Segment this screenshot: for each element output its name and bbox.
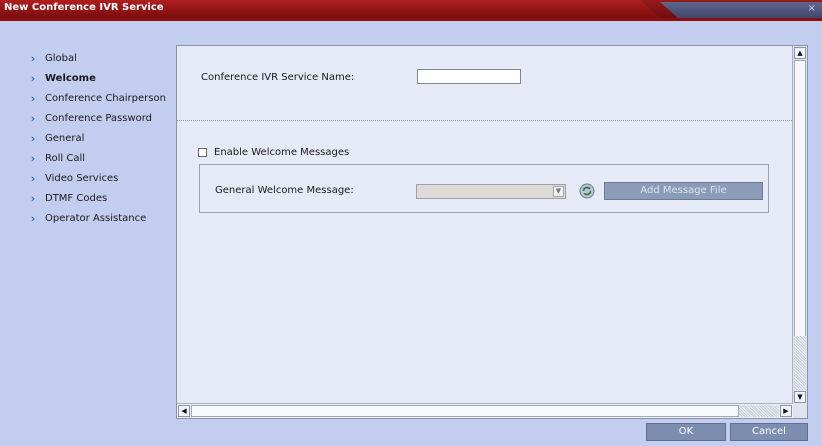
general-welcome-label: General Welcome Message: <box>215 185 354 196</box>
sidebar-item-label: Conference Password <box>45 112 153 124</box>
sidebar-item-roll-call[interactable]: › Roll Call <box>28 148 176 168</box>
sidebar-item-label: Roll Call <box>45 152 86 164</box>
vertical-scroll-track <box>794 336 806 390</box>
service-name-input[interactable] <box>417 69 521 84</box>
scroll-down-icon[interactable]: ▼ <box>794 391 806 403</box>
scroll-up-icon[interactable]: ▲ <box>794 47 806 59</box>
chevron-right-icon: › <box>30 71 36 85</box>
horizontal-scroll-thumb[interactable] <box>191 405 739 417</box>
sidebar-item-label: Welcome <box>45 72 96 84</box>
refresh-icon[interactable] <box>579 183 595 199</box>
add-message-file-button[interactable]: Add Message File <box>604 182 763 200</box>
scroll-right-icon[interactable]: ▶ <box>780 405 792 417</box>
sidebar-item-video-services[interactable]: › Video Services <box>28 168 176 188</box>
sidebar-item-dtmf-codes[interactable]: › DTMF Codes <box>28 188 176 208</box>
section-divider <box>177 120 792 121</box>
chevron-right-icon: › <box>30 211 36 225</box>
horizontal-scroll-track <box>739 405 779 417</box>
sidebar-item-label: Video Services <box>45 172 119 184</box>
horizontal-scrollbar[interactable]: ◀ ▶ <box>177 403 793 418</box>
sidebar-item-conference-chairperson[interactable]: › Conference Chairperson <box>28 88 176 108</box>
sidebar-item-conference-password[interactable]: › Conference Password <box>28 108 176 128</box>
enable-welcome-checkbox[interactable] <box>198 148 207 157</box>
chevron-right-icon: › <box>30 51 36 65</box>
title-bar-tail <box>660 2 822 18</box>
enable-welcome-label: Enable Welcome Messages <box>214 147 350 158</box>
general-welcome-select[interactable]: ▼ <box>416 184 566 199</box>
vertical-scrollbar[interactable]: ▲ ▼ <box>792 46 807 404</box>
ok-button[interactable]: OK <box>646 423 726 441</box>
service-name-label: Conference IVR Service Name: <box>201 72 355 83</box>
sidebar-item-label: General <box>45 132 85 144</box>
vertical-scroll-thumb[interactable] <box>794 60 806 374</box>
scroll-corner <box>793 404 807 418</box>
welcome-panel: Conference IVR Service Name: Enable Welc… <box>176 45 808 419</box>
chevron-right-icon: › <box>30 191 36 205</box>
window-title: New Conference IVR Service <box>4 2 164 13</box>
sidebar-nav: › Global › Welcome › Conference Chairper… <box>28 48 176 228</box>
sidebar-item-global[interactable]: › Global <box>28 48 176 68</box>
sidebar-item-label: Global <box>45 52 77 64</box>
chevron-right-icon: › <box>30 111 36 125</box>
title-bar: New Conference IVR Service × <box>0 0 822 18</box>
sidebar-item-label: Operator Assistance <box>45 212 147 224</box>
chevron-down-icon[interactable]: ▼ <box>553 186 564 197</box>
chevron-right-icon: › <box>30 91 36 105</box>
title-underline <box>0 18 822 21</box>
sidebar-item-label: Conference Chairperson <box>45 92 166 104</box>
chevron-right-icon: › <box>30 151 36 165</box>
close-icon[interactable]: × <box>808 3 816 14</box>
sidebar-item-operator-assistance[interactable]: › Operator Assistance <box>28 208 176 228</box>
sidebar-item-general[interactable]: › General <box>28 128 176 148</box>
chevron-right-icon: › <box>30 131 36 145</box>
sidebar-item-welcome[interactable]: › Welcome <box>28 68 176 88</box>
sidebar-item-label: DTMF Codes <box>45 192 108 204</box>
chevron-right-icon: › <box>30 171 36 185</box>
cancel-button[interactable]: Cancel <box>730 423 808 441</box>
scroll-left-icon[interactable]: ◀ <box>178 405 190 417</box>
